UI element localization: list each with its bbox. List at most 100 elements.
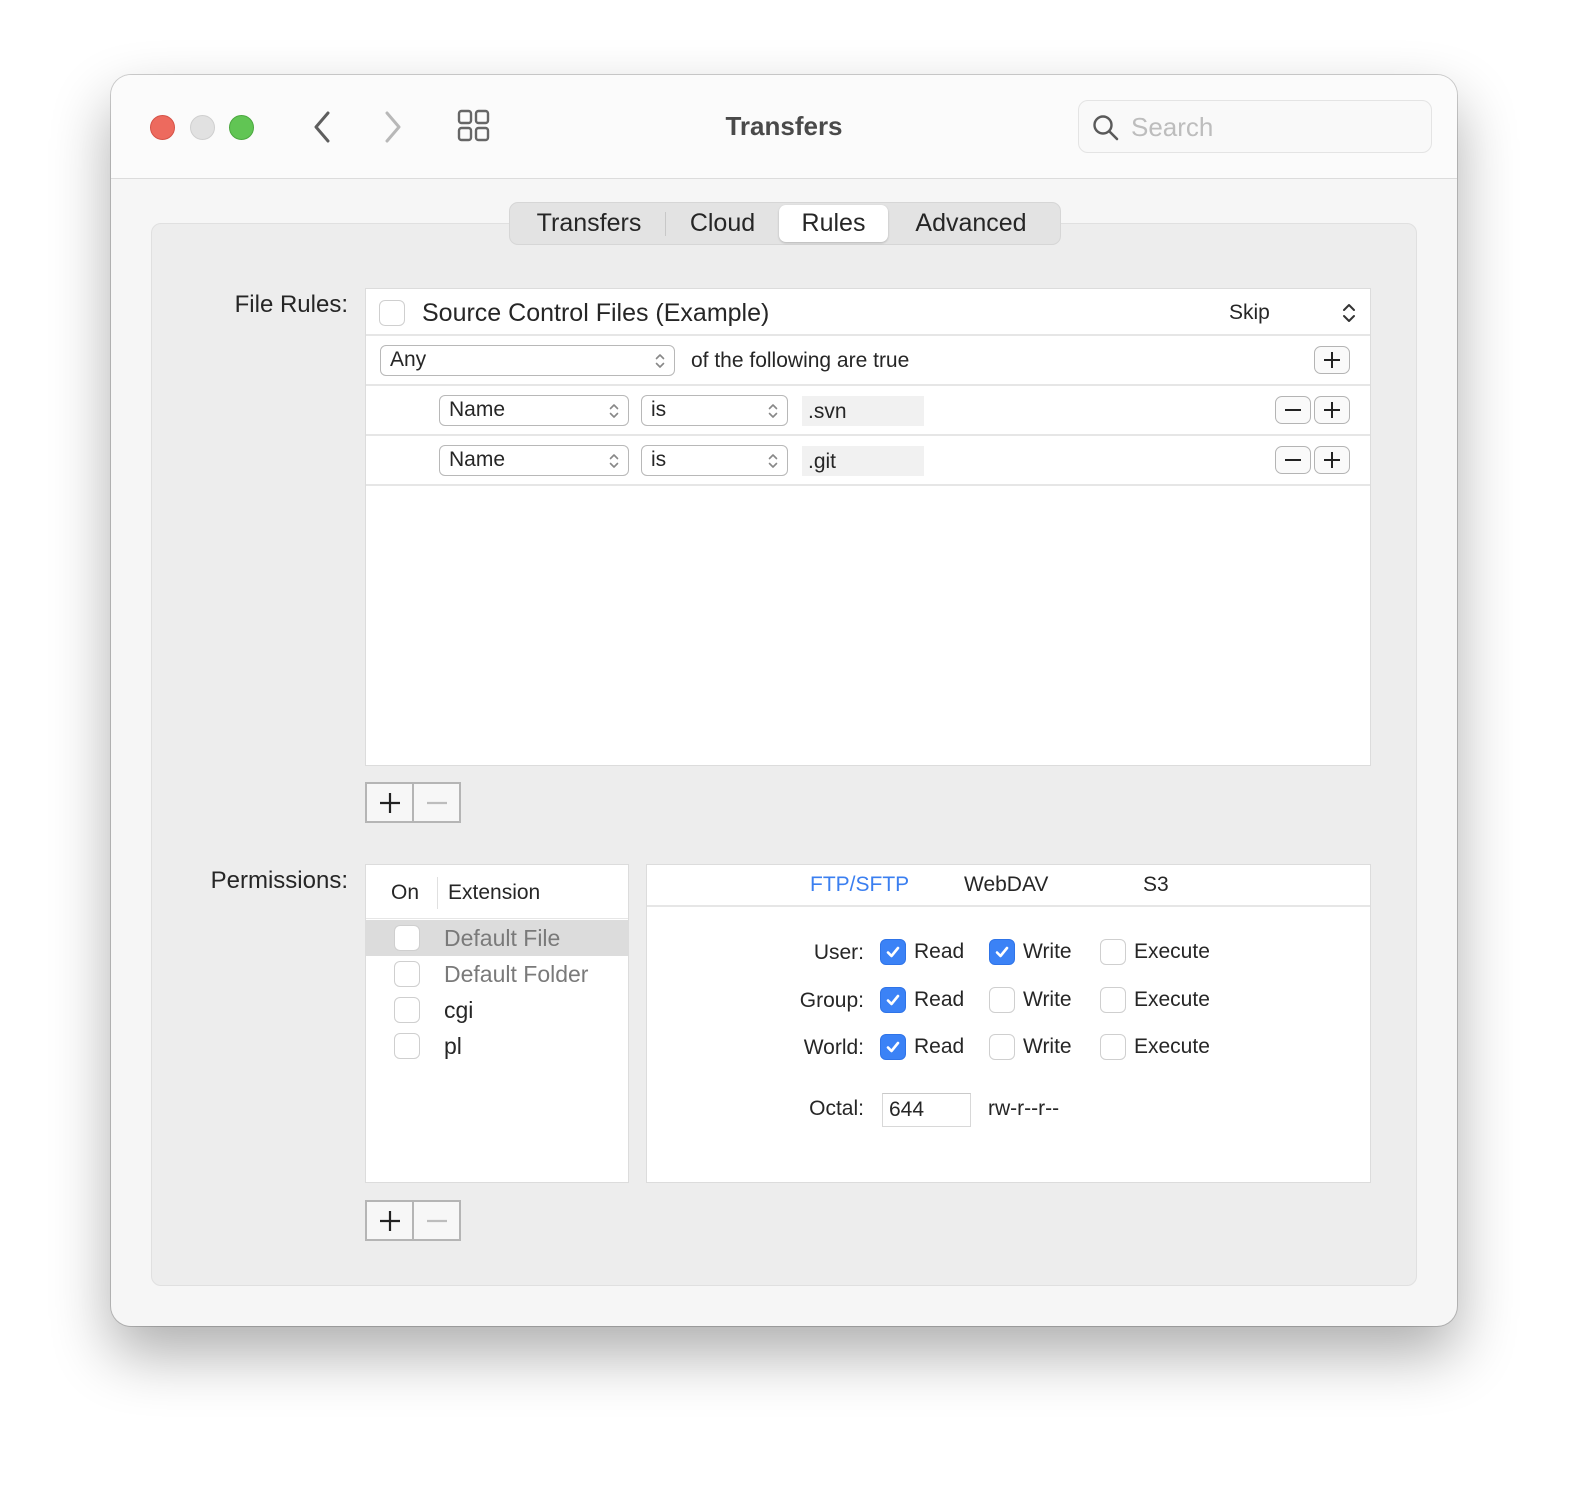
up-down-arrows-icon bbox=[1343, 304, 1355, 322]
permission-write-label: Write bbox=[1023, 988, 1072, 1011]
unchecked-checkbox[interactable] bbox=[1100, 1034, 1126, 1060]
condition-value-field[interactable]: .svn bbox=[802, 396, 924, 426]
rule-action-value: Skip bbox=[1229, 301, 1270, 324]
rule-action-popup[interactable]: Skip bbox=[1206, 289, 1372, 334]
extensions-table-header: On Extension bbox=[366, 865, 628, 919]
unchecked-checkbox[interactable] bbox=[989, 1034, 1015, 1060]
tab-ftp-sftp[interactable]: FTP/SFTP bbox=[810, 873, 909, 897]
minus-icon bbox=[426, 801, 447, 804]
tab-s3[interactable]: S3 bbox=[1143, 873, 1169, 897]
unchecked-checkbox[interactable] bbox=[989, 987, 1015, 1013]
plus-icon bbox=[1324, 452, 1340, 468]
checked-checkbox[interactable] bbox=[880, 987, 906, 1013]
search-field[interactable] bbox=[1078, 100, 1432, 153]
up-down-arrows-icon bbox=[768, 454, 778, 468]
permission-read-checkbox[interactable]: Read bbox=[880, 939, 964, 965]
plus-icon bbox=[379, 1210, 400, 1231]
remove-condition-button[interactable] bbox=[1275, 446, 1311, 474]
search-input[interactable] bbox=[1131, 109, 1421, 145]
file-rules-label: File Rules: bbox=[234, 291, 348, 318]
permission-execute-label: Execute bbox=[1134, 940, 1210, 963]
condition-row: Name is .svn bbox=[366, 386, 1370, 436]
extension-row[interactable]: Default File bbox=[366, 920, 628, 956]
condition-operator-value: is bbox=[651, 398, 667, 421]
remove-condition-button[interactable] bbox=[1275, 396, 1311, 424]
match-mode-popup[interactable]: Any bbox=[380, 345, 675, 376]
condition-field-value: Name bbox=[449, 398, 506, 421]
extension-enabled-checkbox[interactable] bbox=[394, 997, 420, 1023]
unchecked-checkbox[interactable] bbox=[1100, 939, 1126, 965]
unchecked-checkbox[interactable] bbox=[1100, 987, 1126, 1013]
remove-rule-button[interactable] bbox=[412, 784, 459, 821]
match-mode-row: Any of the following are true bbox=[366, 336, 1370, 386]
extension-row[interactable]: cgi bbox=[366, 992, 628, 1028]
minus-icon bbox=[1285, 459, 1301, 461]
add-condition-button[interactable] bbox=[1314, 446, 1350, 474]
title-bar: Transfers bbox=[111, 75, 1457, 179]
permission-read-checkbox[interactable]: Read bbox=[880, 987, 964, 1013]
permission-execute-checkbox[interactable]: Execute bbox=[1100, 1034, 1210, 1060]
add-extension-button[interactable] bbox=[367, 1202, 412, 1239]
tab-rules[interactable]: Rules bbox=[779, 205, 888, 242]
tab-advanced[interactable]: Advanced bbox=[888, 205, 1054, 242]
octal-label: Octal: bbox=[809, 1097, 864, 1120]
up-down-arrows-icon bbox=[655, 354, 665, 368]
rule-enabled-checkbox[interactable] bbox=[379, 300, 405, 326]
permission-row-label: User: bbox=[813, 941, 864, 964]
permission-write-checkbox[interactable]: Write bbox=[989, 987, 1072, 1013]
condition-value-field[interactable]: .git bbox=[802, 446, 924, 476]
permission-row-label: Group: bbox=[799, 989, 864, 1012]
minus-icon bbox=[1285, 409, 1301, 411]
add-condition-button[interactable] bbox=[1314, 346, 1350, 374]
tab-bar: Transfers Cloud Rules Advanced bbox=[509, 202, 1061, 245]
minus-icon bbox=[426, 1219, 447, 1222]
column-header-on[interactable]: On bbox=[391, 881, 419, 905]
plus-icon bbox=[1324, 352, 1340, 368]
condition-field-popup[interactable]: Name bbox=[439, 445, 629, 476]
plus-icon bbox=[379, 792, 400, 813]
permission-read-checkbox[interactable]: Read bbox=[880, 1034, 964, 1060]
permission-write-checkbox[interactable]: Write bbox=[989, 1034, 1072, 1060]
plus-icon bbox=[1324, 402, 1340, 418]
permission-read-label: Read bbox=[914, 1035, 965, 1058]
add-condition-button[interactable] bbox=[1314, 396, 1350, 424]
permission-read-label: Read bbox=[914, 988, 965, 1011]
condition-operator-popup[interactable]: is bbox=[641, 395, 788, 426]
permission-write-checkbox[interactable]: Write bbox=[989, 939, 1072, 965]
symbolic-permissions: rw-r--r-- bbox=[988, 1097, 1060, 1120]
add-rule-button[interactable] bbox=[367, 784, 412, 821]
permission-execute-label: Execute bbox=[1134, 988, 1210, 1011]
permissions-label: Permissions: bbox=[210, 867, 348, 894]
extension-enabled-checkbox[interactable] bbox=[394, 925, 420, 951]
extension-row[interactable]: Default Folder bbox=[366, 956, 628, 992]
extension-row[interactable]: pl bbox=[366, 1028, 628, 1064]
match-mode-value: Any bbox=[390, 348, 427, 371]
extension-enabled-checkbox[interactable] bbox=[394, 961, 420, 987]
permission-execute-label: Execute bbox=[1134, 1035, 1210, 1058]
permission-execute-checkbox[interactable]: Execute bbox=[1100, 939, 1210, 965]
search-icon bbox=[1093, 115, 1119, 141]
octal-input[interactable] bbox=[882, 1093, 971, 1127]
permissions-panel: FTP/SFTP WebDAV S3 User: Read Write Execute… bbox=[646, 864, 1371, 1183]
checked-checkbox[interactable] bbox=[880, 939, 906, 965]
remove-extension-button[interactable] bbox=[412, 1202, 459, 1239]
tab-transfers[interactable]: Transfers bbox=[513, 205, 665, 242]
permission-write-label: Write bbox=[1023, 1035, 1072, 1058]
checked-checkbox[interactable] bbox=[989, 939, 1015, 965]
rule-name: Source Control Files (Example) bbox=[422, 299, 770, 327]
column-header-extension[interactable]: Extension bbox=[448, 881, 540, 905]
permission-read-label: Read bbox=[914, 940, 965, 963]
tab-cloud[interactable]: Cloud bbox=[666, 205, 779, 242]
up-down-arrows-icon bbox=[768, 404, 778, 418]
tab-webdav[interactable]: WebDAV bbox=[964, 873, 1048, 897]
protocol-tabs: FTP/SFTP WebDAV S3 bbox=[647, 865, 1370, 907]
extension-enabled-checkbox[interactable] bbox=[394, 1033, 420, 1059]
file-rules-list: Source Control Files (Example) Skip Any … bbox=[365, 288, 1371, 766]
condition-field-popup[interactable]: Name bbox=[439, 395, 629, 426]
checked-checkbox[interactable] bbox=[880, 1034, 906, 1060]
rules-add-remove-control bbox=[365, 782, 461, 823]
condition-operator-value: is bbox=[651, 448, 667, 471]
condition-operator-popup[interactable]: is bbox=[641, 445, 788, 476]
extensions-add-remove-control bbox=[365, 1200, 461, 1241]
permission-execute-checkbox[interactable]: Execute bbox=[1100, 987, 1210, 1013]
